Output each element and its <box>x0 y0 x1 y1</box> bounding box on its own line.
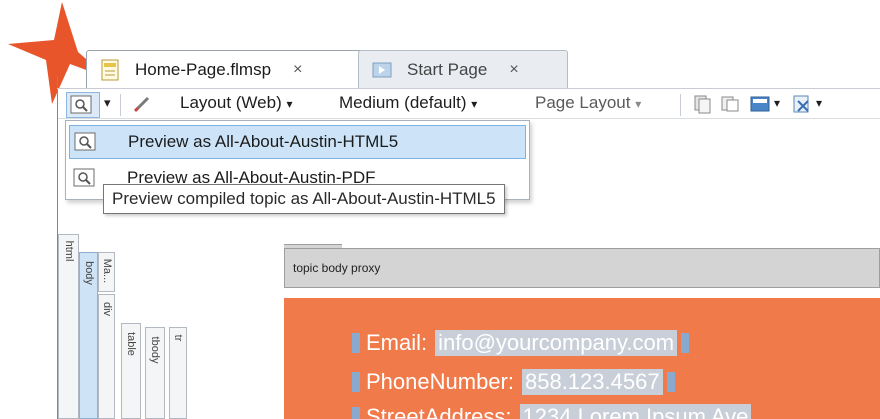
chevron-down-icon[interactable]: ▾ <box>816 96 822 110</box>
structure-bar-label: body <box>82 261 95 285</box>
variable-marker-start <box>352 407 360 419</box>
field-label: StreetAddress: <box>366 404 512 419</box>
field-value[interactable]: 858.123.4567 <box>521 369 663 395</box>
field-value[interactable]: info@yourcompany.com <box>435 330 678 356</box>
proxy-label: topic body proxy <box>293 261 381 275</box>
preview-button[interactable] <box>66 92 100 118</box>
tooltip-text: Preview compiled topic as All-About-Aust… <box>112 189 496 208</box>
menu-item-label: Preview as All-About-Austin-HTML5 <box>128 132 399 151</box>
editor-window: Home-Page.flmsp × Start Page × ▾ Layout … <box>0 0 880 419</box>
chevron-down-icon: ▾ <box>635 97 642 111</box>
field-value[interactable]: 1234 Lorem Ipsum Ave <box>519 404 752 419</box>
tab-label: Home-Page.flmsp <box>135 59 272 79</box>
chevron-down-icon: ▾ <box>286 97 293 111</box>
chevron-down-icon: ▾ <box>471 97 478 111</box>
medium-label: Medium (default) <box>339 93 467 112</box>
close-icon[interactable]: × <box>293 61 302 79</box>
structure-bar-tr[interactable]: tr <box>169 327 187 419</box>
layout-dropdown[interactable]: Layout (Web) ▾ <box>180 93 293 113</box>
structure-bar-label: html <box>62 240 75 262</box>
variable-marker-end <box>666 372 675 392</box>
toolbar: ▾ Layout (Web) ▾ Medium (default) ▾ Page… <box>58 89 880 119</box>
chevron-down-icon[interactable]: ▾ <box>774 96 780 110</box>
tab-home-page[interactable]: Home-Page.flmsp × <box>86 50 364 88</box>
variable-marker-end <box>681 333 690 353</box>
layout-label: Layout (Web) <box>180 93 282 112</box>
toolbar-separator <box>120 94 121 116</box>
pen-icon[interactable] <box>132 94 152 114</box>
pages-icon[interactable] <box>692 94 712 114</box>
toolbar-separator <box>680 94 681 116</box>
field-row-email[interactable]: Email: info@yourcompany.com <box>352 328 690 358</box>
tab-start-page[interactable]: Start Page × <box>358 50 568 88</box>
variable-marker-start <box>352 333 360 353</box>
field-row-phone[interactable]: PhoneNumber: 858.123.4567 <box>352 367 675 397</box>
field-label: PhoneNumber: <box>366 369 514 394</box>
field-label: Email: <box>366 330 428 355</box>
structure-bar-html[interactable]: html <box>58 234 79 419</box>
structure-bar-label: tbody <box>149 336 161 364</box>
field-row-street[interactable]: StreetAddress: 1234 Lorem Ipsum Ave <box>352 402 752 419</box>
preview-icon <box>73 168 95 187</box>
preview-icon <box>70 95 92 114</box>
page-layout-label: Page Layout <box>535 93 631 112</box>
menu-item-preview-html5[interactable]: Preview as All-About-Austin-HTML5 <box>69 125 526 159</box>
content-block: Email: info@yourcompany.com PhoneNumber:… <box>284 298 880 419</box>
structure-bar-body[interactable]: body <box>79 252 98 419</box>
image-icon[interactable] <box>750 94 770 114</box>
start-page-icon <box>372 62 392 77</box>
structure-bar-label: div <box>100 301 113 317</box>
document-icon <box>101 59 119 80</box>
structure-bar-label: table <box>125 332 137 356</box>
structure-bar-masterpage[interactable]: Ma... <box>98 252 115 292</box>
remove-icon[interactable] <box>792 94 812 114</box>
tab-strip: Home-Page.flmsp × Start Page × <box>0 0 880 90</box>
structure-bar-label: Ma... <box>100 258 113 284</box>
topic-body-proxy[interactable]: topic body proxy <box>284 248 880 288</box>
structure-bar-div[interactable]: div <box>98 294 115 419</box>
preview-dropdown-arrow[interactable]: ▾ <box>104 95 111 111</box>
structure-bar-label: tr <box>172 334 184 342</box>
structure-bar-tbody[interactable]: tbody <box>145 327 165 419</box>
tab-label: Start Page <box>407 59 488 79</box>
variable-marker-start <box>352 372 360 392</box>
close-icon[interactable]: × <box>509 61 518 79</box>
medium-dropdown[interactable]: Medium (default) ▾ <box>339 93 477 113</box>
tooltip: Preview compiled topic as All-About-Aust… <box>103 184 505 214</box>
copy-pages-icon[interactable] <box>720 94 740 114</box>
structure-bar-table[interactable]: table <box>121 323 141 419</box>
preview-icon <box>74 132 96 151</box>
page-layout-dropdown[interactable]: Page Layout ▾ <box>535 93 641 113</box>
